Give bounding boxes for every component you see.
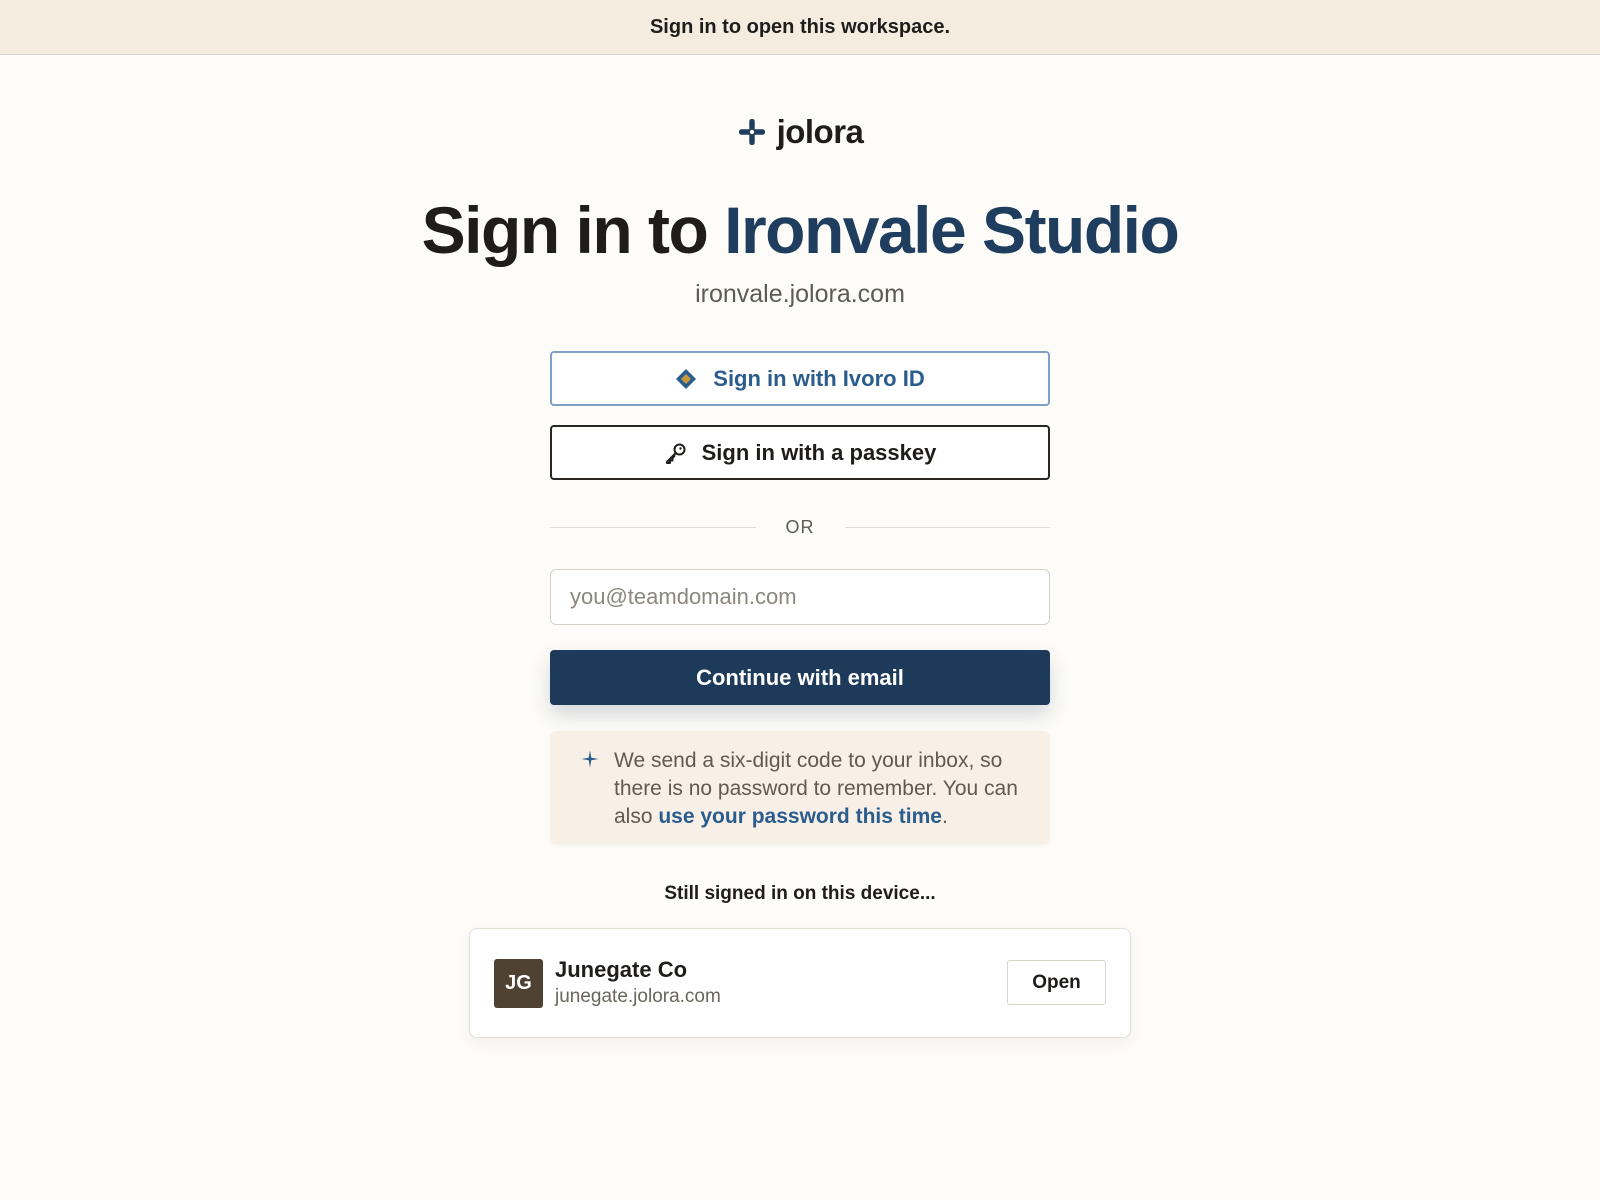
email-input[interactable] — [550, 569, 1050, 625]
sparkle-icon — [581, 750, 599, 768]
continue-label: Continue with email — [696, 664, 904, 690]
open-workspace-button[interactable]: Open — [1007, 960, 1106, 1005]
sparkle-cross-icon — [738, 119, 765, 145]
divider-line-left — [550, 526, 756, 528]
workspace-card-name: Junegate Co — [555, 957, 688, 982]
ivoro-signin-button[interactable]: Sign in with Ivoro ID — [550, 351, 1050, 406]
passkey-signin-button[interactable]: Sign in with a passkey — [550, 425, 1050, 480]
still-signed-in-label: Still signed in on this device... — [664, 883, 936, 904]
open-workspace-label: Open — [1032, 971, 1081, 993]
top-banner: Sign in to open this workspace. — [0, 0, 1600, 55]
title-prefix: Sign in to — [421, 193, 725, 267]
workspace-subdomain: ironvale.jolora.com — [695, 280, 905, 308]
workspace-card: JG Junegate Co junegate.jolora.com Open — [469, 928, 1131, 1038]
workspace-name: Ironvale Studio — [724, 193, 1180, 267]
info-suffix: . — [941, 805, 948, 828]
workspace-avatar: JG — [494, 959, 543, 1008]
or-divider: OR — [550, 515, 1050, 539]
continue-with-email-button[interactable]: Continue with email — [550, 650, 1050, 705]
logo: jolora — [0, 113, 1600, 151]
passkey-signin-label: Sign in with a passkey — [701, 439, 937, 465]
banner-text: Sign in to open this workspace. — [649, 15, 951, 38]
use-password-link[interactable]: use your password this time — [658, 805, 942, 828]
diamond-icon — [676, 368, 697, 389]
divider-line-right — [844, 526, 1050, 528]
page-title: Sign in to Ironvale Studio — [0, 190, 1600, 270]
ivoro-signin-label: Sign in with Ivoro ID — [713, 365, 925, 391]
workspace-card-domain: junegate.jolora.com — [555, 986, 721, 1007]
info-note: We send a six-digit code to your inbox, … — [550, 731, 1050, 844]
logo-wordmark: jolora — [776, 113, 864, 150]
divider-text: OR — [785, 516, 815, 537]
key-icon — [665, 443, 686, 464]
